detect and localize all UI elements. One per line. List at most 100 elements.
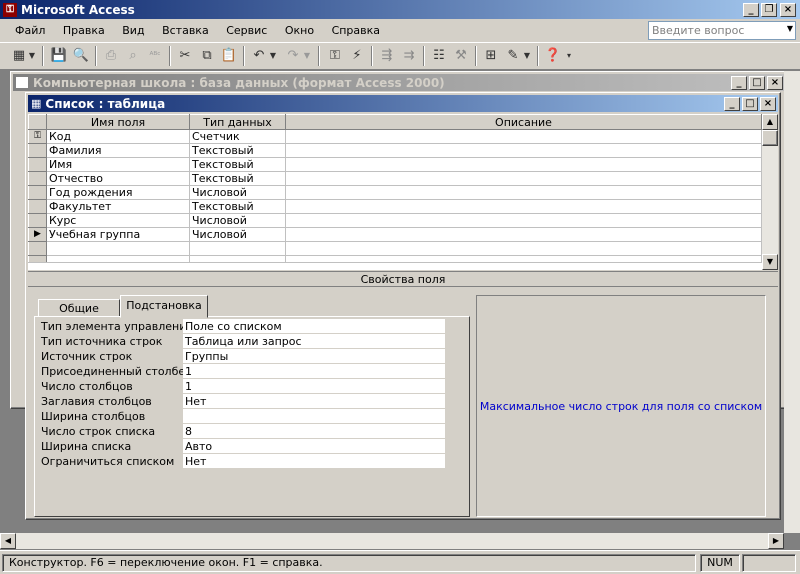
field-name-cell[interactable]: Курс (46, 213, 190, 228)
field-name-cell[interactable] (46, 241, 190, 256)
field-row[interactable]: Факультет Текстовый (28, 199, 762, 214)
header-field-name[interactable]: Имя поля (46, 114, 190, 130)
header-description[interactable]: Описание (285, 114, 762, 130)
property-value[interactable]: 1 (183, 379, 445, 393)
field-name-cell[interactable]: Год рождения (46, 185, 190, 200)
data-type-cell[interactable]: Текстовый (189, 157, 286, 172)
property-value[interactable]: Нет (183, 454, 445, 468)
data-type-cell[interactable]: Числовой (189, 185, 286, 200)
minimize-button[interactable]: _ (743, 3, 759, 17)
description-cell[interactable] (285, 185, 762, 200)
search-icon[interactable]: 🔍 (70, 46, 92, 66)
print-icon[interactable]: ⎙ (100, 46, 122, 66)
help-icon[interactable]: ❓ (542, 46, 564, 66)
build-icon[interactable]: ⚒ (450, 46, 472, 66)
field-row[interactable]: ▶ Учебная группа Числовой (28, 227, 762, 242)
tab-lookup[interactable]: Подстановка (120, 295, 208, 318)
primary-key-icon[interactable]: ⚿ (324, 46, 346, 66)
toolbar-options-icon[interactable]: ▾ (564, 46, 574, 66)
field-name-cell[interactable]: Факультет (46, 199, 190, 214)
field-name-cell[interactable]: Код (46, 129, 190, 144)
new-object-dropdown-icon[interactable]: ▼ (522, 46, 532, 66)
property-value[interactable]: Группы (183, 349, 445, 363)
ask-question-box[interactable]: Введите вопрос ▼ (648, 21, 796, 40)
row-selector[interactable] (28, 213, 47, 228)
description-cell[interactable] (285, 199, 762, 214)
table-maximize-button[interactable]: □ (742, 97, 758, 111)
undo-icon[interactable]: ↶ (248, 46, 270, 66)
header-data-type[interactable]: Тип данных (189, 114, 286, 130)
property-value[interactable]: Таблица или запрос (183, 334, 445, 348)
close-button[interactable]: × (780, 3, 796, 17)
db-maximize-button[interactable]: □ (749, 76, 765, 90)
redo-dropdown-icon[interactable]: ▼ (302, 46, 312, 66)
scroll-up-icon[interactable]: ▲ (762, 114, 778, 130)
menu-edit[interactable]: Правка (56, 22, 112, 40)
field-row[interactable]: Курс Числовой (28, 213, 762, 228)
property-value[interactable]: Авто (183, 439, 445, 453)
data-type-cell[interactable]: Текстовый (189, 171, 286, 186)
property-value[interactable]: 8 (183, 424, 445, 438)
menu-tools[interactable]: Сервис (219, 22, 274, 40)
menu-file[interactable]: Файл (8, 22, 52, 40)
database-window-icon[interactable]: ⊞ (480, 46, 502, 66)
field-row[interactable]: Имя Текстовый (28, 157, 762, 172)
h-scroll-right-icon[interactable]: ▶ (768, 533, 784, 549)
property-value[interactable]: 1 (183, 364, 445, 378)
grid-scrollbar[interactable]: ▲ ▼ (762, 114, 778, 270)
redo-icon[interactable]: ↷ (282, 46, 304, 66)
new-object-icon[interactable]: ✎ (502, 46, 524, 66)
cut-icon[interactable]: ✂ (174, 46, 196, 66)
spell-icon[interactable]: ᴬᴮᶜ (144, 46, 166, 66)
property-value[interactable]: Поле со списком (183, 319, 445, 333)
scroll-thumb[interactable] (762, 130, 778, 146)
description-cell[interactable] (285, 241, 762, 256)
row-selector[interactable] (28, 157, 47, 172)
description-cell[interactable] (285, 143, 762, 158)
field-row[interactable]: Фамилия Текстовый (28, 143, 762, 158)
menu-window[interactable]: Окно (278, 22, 321, 40)
row-selector[interactable] (28, 171, 47, 186)
current-row-icon[interactable]: ▶ (28, 227, 47, 242)
main-horizontal-scrollbar[interactable]: ◀ ▶ (0, 533, 784, 549)
ask-dropdown-icon[interactable]: ▼ (787, 24, 793, 33)
field-row[interactable]: Год рождения Числовой (28, 185, 762, 200)
data-type-cell[interactable]: Текстовый (189, 199, 286, 214)
insert-rows-icon[interactable]: ⇶ (376, 46, 398, 66)
menu-insert[interactable]: Вставка (155, 22, 216, 40)
properties-icon[interactable]: ☷ (428, 46, 450, 66)
description-cell[interactable] (285, 171, 762, 186)
field-name-cell[interactable]: Отчество (46, 171, 190, 186)
restore-button[interactable]: ❐ (761, 3, 777, 17)
preview-icon[interactable]: ⌕ (122, 46, 144, 66)
save-icon[interactable]: 💾 (48, 46, 70, 66)
menu-view[interactable]: Вид (115, 22, 151, 40)
builder-icon[interactable]: ⚡ (346, 46, 368, 66)
property-value[interactable]: Нет (183, 394, 445, 408)
db-minimize-button[interactable]: _ (731, 76, 747, 90)
description-cell[interactable] (285, 129, 762, 144)
paste-icon[interactable]: 📋 (218, 46, 240, 66)
tab-general[interactable]: Общие (38, 299, 120, 317)
data-type-cell[interactable]: Счетчик (189, 129, 286, 144)
delete-rows-icon[interactable]: ⇉ (398, 46, 420, 66)
menu-help[interactable]: Справка (325, 22, 387, 40)
row-selector[interactable] (28, 185, 47, 200)
scroll-down-icon[interactable]: ▼ (762, 254, 778, 270)
description-cell[interactable] (285, 213, 762, 228)
row-selector[interactable] (28, 199, 47, 214)
data-type-cell[interactable]: Числовой (189, 213, 286, 228)
data-type-cell[interactable]: Числовой (189, 227, 286, 242)
table-minimize-button[interactable]: _ (724, 97, 740, 111)
description-cell[interactable] (285, 227, 762, 242)
h-scroll-left-icon[interactable]: ◀ (0, 533, 16, 549)
row-selector[interactable] (28, 241, 47, 256)
copy-icon[interactable]: ⧉ (196, 46, 218, 66)
primary-key-icon[interactable]: ⚿ (28, 129, 47, 144)
row-selector[interactable] (28, 143, 47, 158)
field-row[interactable]: Отчество Текстовый (28, 171, 762, 186)
data-type-cell[interactable] (189, 241, 286, 256)
data-type-cell[interactable]: Текстовый (189, 143, 286, 158)
description-cell[interactable] (285, 157, 762, 172)
field-name-cell[interactable]: Учебная группа (46, 227, 190, 242)
